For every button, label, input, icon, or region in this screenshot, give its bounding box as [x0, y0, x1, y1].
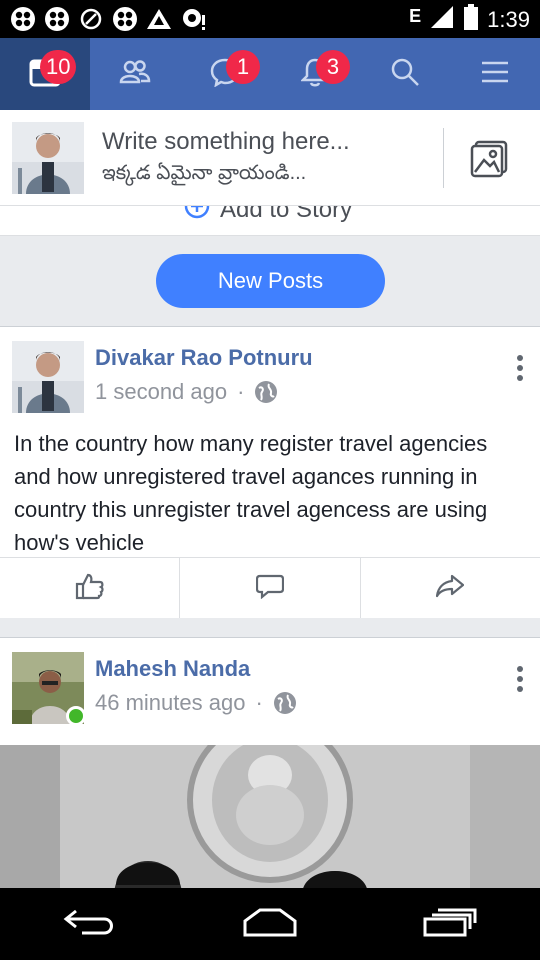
plus-circle-icon [184, 206, 210, 226]
meta-separator: · [255, 690, 263, 715]
messages-badge: 1 [226, 50, 260, 84]
system-navigation-bar [0, 888, 540, 960]
post-meta: 1 second ago · [95, 379, 278, 405]
status-composer[interactable]: Write something here... ఇక్కడ ఏమైనా వ్రా… [0, 110, 540, 206]
tab-menu[interactable] [450, 38, 540, 110]
share-arrow-icon [436, 574, 465, 603]
tab-news-feed[interactable]: 10 [0, 38, 90, 110]
comment-icon [255, 573, 285, 604]
signal-icon [429, 4, 455, 35]
online-status-indicator [66, 706, 86, 726]
post-author[interactable]: Mahesh Nanda [95, 656, 250, 682]
meta-separator: · [237, 379, 245, 404]
notifications-badge: 3 [316, 50, 350, 84]
stories-strip: Add to Story [0, 206, 540, 236]
post-meta: 46 minutes ago · [95, 690, 297, 716]
home-icon [242, 907, 298, 942]
composer-placeholder-english: Write something here... [102, 128, 350, 155]
menu-icon [481, 60, 509, 89]
grid-app-icon [10, 6, 36, 32]
speedometer-icon [78, 6, 104, 32]
search-icon [390, 57, 420, 92]
status-bar-system-icons: E 1:39 [409, 4, 530, 35]
avatar[interactable] [12, 341, 84, 413]
grid-app-icon [112, 6, 138, 32]
home-button[interactable] [238, 904, 302, 944]
thumbs-up-icon [75, 572, 105, 605]
photo-icon [468, 140, 516, 184]
recent-apps-button[interactable] [418, 904, 482, 944]
feed-post: Mahesh Nanda 46 minutes ago · [0, 637, 540, 898]
post-photo[interactable] [0, 745, 540, 898]
post-author[interactable]: Divakar Rao Potnuru [95, 345, 313, 371]
battery-icon [463, 4, 479, 35]
avatar[interactable] [12, 122, 84, 194]
composer-placeholder-telugu: ఇక్కడ ఏమైనా వ్రాయండి... [102, 162, 307, 184]
news-feed-badge: 10 [40, 50, 77, 84]
back-arrow-icon [62, 907, 118, 942]
post-actions [0, 557, 540, 618]
feed-post: Divakar Rao Potnuru 1 second ago · In th… [0, 326, 540, 618]
back-button[interactable] [58, 904, 122, 944]
more-options-icon[interactable] [516, 666, 524, 692]
tab-friends[interactable] [90, 38, 180, 110]
recent-apps-icon [422, 907, 478, 942]
add-to-story[interactable]: Add to Story [184, 206, 352, 226]
composer-divider [443, 128, 444, 188]
grid-app-icon [44, 6, 70, 32]
globe-icon [273, 691, 297, 715]
comment-button[interactable] [180, 558, 361, 618]
top-nav-bar: 10 1 3 [0, 38, 540, 110]
share-button[interactable] [361, 558, 540, 618]
warning-icon [146, 6, 172, 32]
facebook-screen: E 1:39 10 1 3 Write something here... ఇక… [0, 0, 540, 960]
add-to-story-label: Add to Story [220, 206, 353, 223]
composer-placeholder[interactable]: Write something here... ఇక్కడ ఏమైనా వ్రా… [102, 128, 350, 189]
clock: 1:39 [487, 6, 530, 32]
network-type: E [409, 6, 422, 26]
new-posts-button[interactable]: New Posts [156, 254, 385, 308]
chat-notification-icon [180, 6, 206, 32]
globe-icon [254, 380, 278, 404]
photo-button[interactable] [468, 138, 516, 180]
post-timestamp[interactable]: 1 second ago [95, 379, 227, 405]
post-text: In the country how many register travel … [14, 431, 488, 555]
status-bar: E 1:39 [0, 0, 540, 38]
friends-icon [119, 58, 151, 91]
tab-search[interactable] [360, 38, 450, 110]
tab-notifications[interactable]: 3 [270, 38, 360, 110]
tab-messages[interactable]: 1 [180, 38, 270, 110]
status-bar-notification-icons [10, 6, 206, 32]
post-timestamp[interactable]: 46 minutes ago [95, 690, 245, 716]
like-button[interactable] [0, 558, 181, 618]
more-options-icon[interactable] [516, 355, 524, 381]
